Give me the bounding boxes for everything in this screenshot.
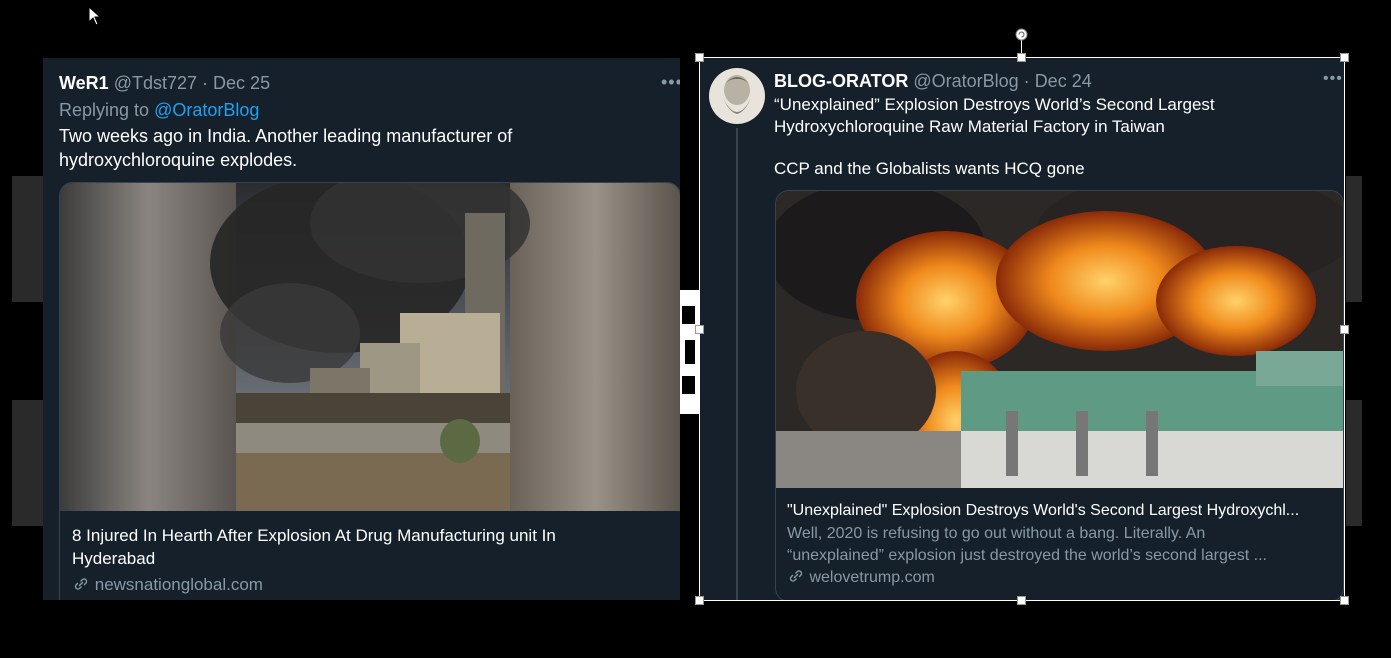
tweet-header: BLOG-ORATOR @OratorBlog · Dec 24 <box>774 71 1092 92</box>
link-icon <box>74 578 88 590</box>
more-options-icon[interactable]: ••• <box>1323 70 1343 88</box>
card-domain-text: newsnationglobal.com <box>94 575 263 594</box>
replying-prefix: Replying to <box>59 100 155 120</box>
link-icon <box>789 570 803 582</box>
separator-dot: · <box>202 73 209 93</box>
replying-to: Replying to @OratorBlog <box>59 100 259 121</box>
tweet-card[interactable]: BLOG-ORATOR @OratorBlog · Dec 24 ••• “Un… <box>699 58 1344 600</box>
card-desc-line: “unexplained” explosion just destroyed t… <box>787 547 1267 564</box>
preview-image <box>60 183 680 511</box>
author-handle[interactable]: @OratorBlog <box>913 71 1018 91</box>
background-band <box>1346 176 1362 302</box>
card-title-line: 8 Injured In Hearth After Explosion At D… <box>72 526 556 545</box>
separator-dot: · <box>1023 71 1030 91</box>
author-name[interactable]: BLOG-ORATOR <box>774 71 908 91</box>
resize-handle[interactable] <box>695 53 704 62</box>
tweet-text-line: CCP and the Globalists wants HCQ gone <box>774 159 1085 178</box>
more-options-icon[interactable]: ••• <box>661 72 680 93</box>
card-title[interactable]: 8 Injured In Hearth After Explosion At D… <box>72 524 672 570</box>
tweet-date[interactable]: Dec 25 <box>213 73 270 93</box>
resize-handle[interactable] <box>695 596 704 605</box>
tweet-text: “Unexplained” Explosion Destroys World’s… <box>774 94 1215 180</box>
background-window-strip <box>680 290 699 414</box>
card-domain[interactable]: welovetrump.com <box>787 569 935 587</box>
author-name[interactable]: WeR1 <box>59 73 109 93</box>
resize-handle[interactable] <box>1017 53 1026 62</box>
background-band <box>1346 400 1362 526</box>
resize-handle[interactable] <box>1340 53 1349 62</box>
author-handle[interactable]: @Tdst727 <box>114 73 197 93</box>
rotate-handle-icon[interactable] <box>1015 28 1028 41</box>
resize-handle[interactable] <box>1340 325 1349 334</box>
thread-line <box>736 128 738 600</box>
card-domain-text: welovetrump.com <box>809 569 935 586</box>
avatar[interactable] <box>709 68 765 124</box>
card-description: Well, 2020 is refusing to go out without… <box>787 523 1267 567</box>
card-desc-line: Well, 2020 is refusing to go out without… <box>787 525 1206 542</box>
tweet-text-line: “Unexplained” Explosion Destroys World’s… <box>774 95 1215 114</box>
tweet-text-line: Two weeks ago in India. Another leading … <box>59 126 513 146</box>
preview-image <box>776 191 1343 488</box>
resize-handle[interactable] <box>1340 596 1349 605</box>
card-domain[interactable]: newsnationglobal.com <box>72 575 263 595</box>
card-title[interactable]: "Unexplained" Explosion Destroys World's… <box>787 499 1299 522</box>
tweet-header: WeR1 @Tdst727 · Dec 25 <box>59 73 270 94</box>
card-title-line: Hyderabad <box>72 549 156 568</box>
mouse-cursor-icon <box>88 6 102 26</box>
tweet-date[interactable]: Dec 24 <box>1035 71 1092 91</box>
resize-handle[interactable] <box>1017 596 1026 605</box>
tweet-text-line: Hydroxychloroquine Raw Material Factory … <box>774 117 1165 136</box>
reply-mention-link[interactable]: @OratorBlog <box>154 100 259 120</box>
link-preview-card[interactable]: 8 Injured In Hearth After Explosion At D… <box>59 182 680 600</box>
resize-handle[interactable] <box>695 325 704 334</box>
tweet-text: Two weeks ago in India. Another leading … <box>59 124 512 172</box>
tweet-card[interactable]: WeR1 @Tdst727 · Dec 25 ••• Replying to @… <box>43 58 680 600</box>
tweet-text-line: hydroxychloroquine explodes. <box>59 150 298 170</box>
link-preview-card[interactable]: "Unexplained" Explosion Destroys World's… <box>775 190 1344 600</box>
